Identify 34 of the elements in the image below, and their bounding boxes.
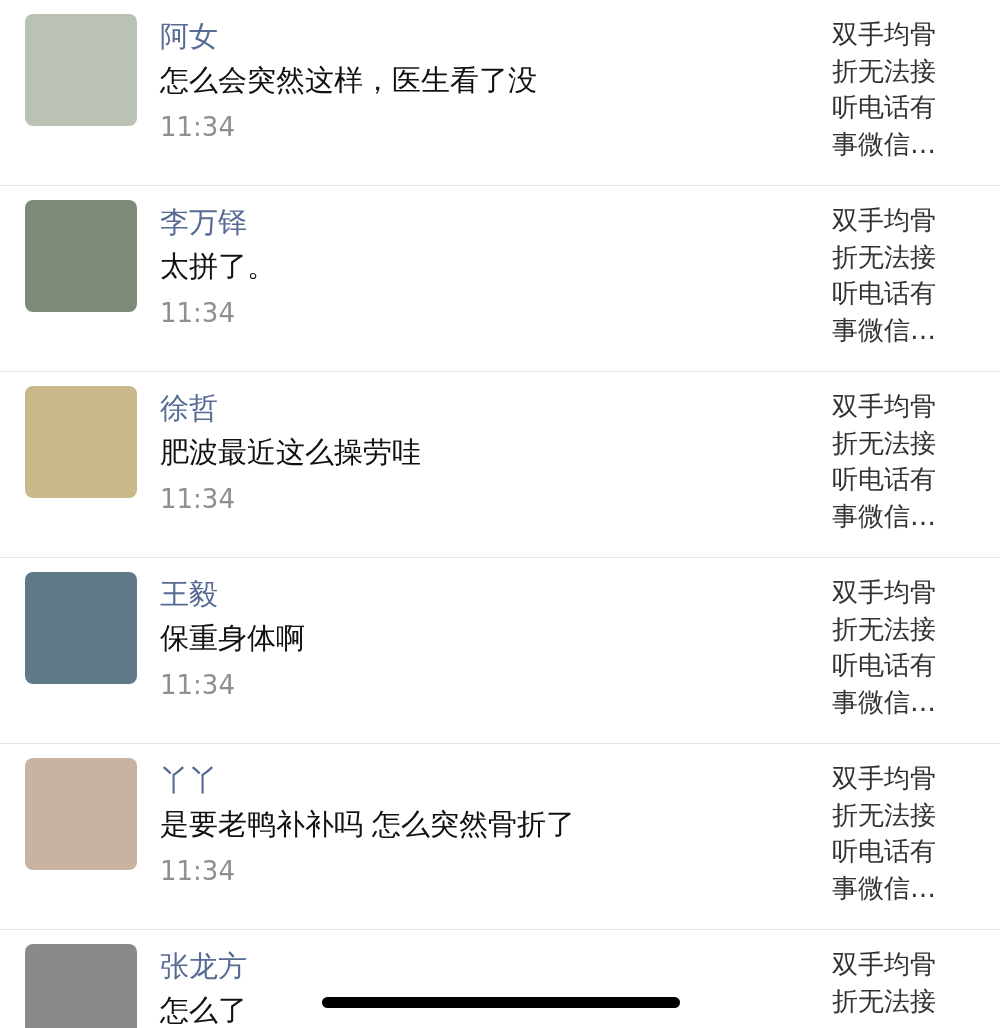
notification-row[interactable]: 王毅 保重身体啊 11:34 双手均骨折无法接听电话有事微信… bbox=[0, 558, 1000, 744]
avatar-photo-placeholder[interactable] bbox=[25, 758, 137, 870]
post-excerpt: 双手均骨折无法接 bbox=[832, 948, 937, 1018]
comment-text: 怎么了 bbox=[160, 992, 247, 1028]
user-name[interactable]: 徐哲 bbox=[160, 388, 218, 428]
notification-row[interactable]: 徐哲 肥波最近这么操劳哇 11:34 双手均骨折无法接听电话有事微信… bbox=[0, 372, 1000, 558]
post-excerpt: 双手均骨折无法接听电话有事微信… bbox=[832, 390, 937, 533]
comment-time: 11:34 bbox=[160, 855, 235, 888]
notification-row[interactable]: 丫丫 是要老鸭补补吗 怎么突然骨折了 11:34 双手均骨折无法接听电话有事微信… bbox=[0, 744, 1000, 930]
comment-text: 是要老鸭补补吗 怎么突然骨折了 bbox=[160, 806, 576, 843]
avatar-photo-placeholder[interactable] bbox=[25, 572, 137, 684]
avatar-photo-placeholder[interactable] bbox=[25, 200, 137, 312]
post-excerpt: 双手均骨折无法接听电话有事微信… bbox=[832, 204, 937, 347]
comment-time: 11:34 bbox=[160, 483, 235, 516]
comment-time: 11:34 bbox=[160, 297, 235, 330]
user-name[interactable]: 丫丫 bbox=[160, 760, 218, 800]
comment-text: 保重身体啊 bbox=[160, 620, 305, 657]
post-excerpt: 双手均骨折无法接听电话有事微信… bbox=[832, 576, 937, 719]
comment-time: 11:34 bbox=[160, 669, 235, 702]
user-name[interactable]: 王毅 bbox=[160, 574, 218, 614]
avatar-photo-placeholder[interactable] bbox=[25, 944, 137, 1028]
avatar-photo-placeholder[interactable] bbox=[25, 386, 137, 498]
comment-text: 怎么会突然这样，医生看了没 bbox=[160, 62, 537, 99]
notification-row[interactable]: 李万铎 太拼了。 11:34 双手均骨折无法接听电话有事微信… bbox=[0, 186, 1000, 372]
comment-time: 11:34 bbox=[160, 111, 235, 144]
post-excerpt: 双手均骨折无法接听电话有事微信… bbox=[832, 18, 937, 161]
user-name[interactable]: 阿女 bbox=[160, 16, 218, 56]
user-name[interactable]: 李万铎 bbox=[160, 202, 247, 242]
comment-text: 肥波最近这么操劳哇 bbox=[160, 434, 421, 471]
post-excerpt: 双手均骨折无法接听电话有事微信… bbox=[832, 762, 937, 905]
notification-row[interactable]: 阿女 怎么会突然这样，医生看了没 11:34 双手均骨折无法接听电话有事微信… bbox=[0, 0, 1000, 186]
comment-text: 太拼了。 bbox=[160, 248, 276, 285]
avatar-photo-placeholder[interactable] bbox=[25, 14, 137, 126]
user-name[interactable]: 张龙方 bbox=[160, 946, 247, 986]
